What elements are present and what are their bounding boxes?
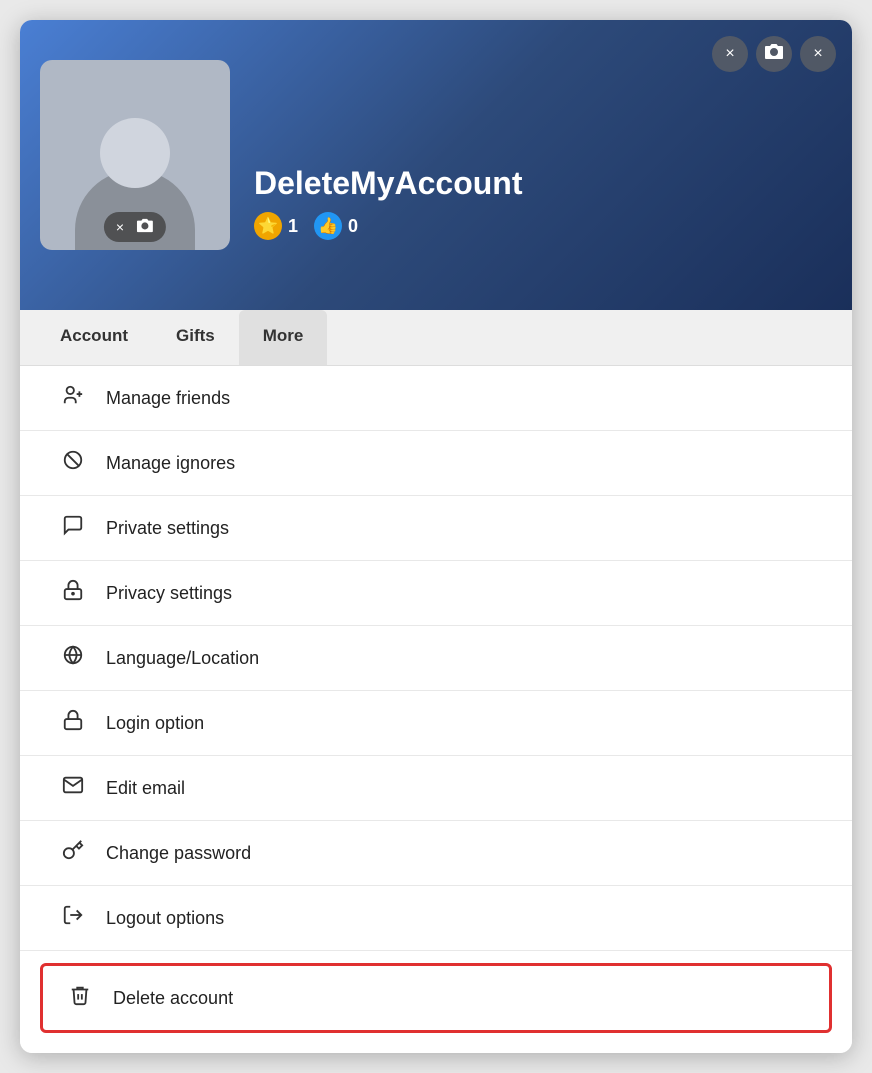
avatar-container: ×: [40, 60, 230, 250]
avatar-head: [100, 118, 170, 188]
profile-username: DeleteMyAccount: [254, 165, 523, 202]
password-icon: [60, 839, 86, 867]
menu-item-privacy-settings[interactable]: Privacy settings: [20, 561, 852, 626]
privacy-settings-icon: [60, 579, 86, 607]
delete-account-label: Delete account: [113, 988, 233, 1009]
manage-friends-label: Manage friends: [106, 388, 230, 409]
profile-stats: ⭐ 1 👍 0: [254, 212, 523, 240]
like-count: 0: [348, 216, 358, 237]
menu-item-delete-account[interactable]: Delete account: [40, 963, 832, 1033]
email-icon: [60, 774, 86, 802]
avatar-remove-icon: ×: [116, 219, 124, 235]
privacy-settings-label: Privacy settings: [106, 583, 232, 604]
menu-item-edit-email[interactable]: Edit email: [20, 756, 852, 821]
private-settings-label: Private settings: [106, 518, 229, 539]
star-icon: ⭐: [254, 212, 282, 240]
banner-close1-button[interactable]: ×: [712, 36, 748, 72]
menu-item-language-location[interactable]: Language/Location: [20, 626, 852, 691]
menu-item-private-settings[interactable]: Private settings: [20, 496, 852, 561]
profile-section: × DeleteMyAccount ⭐: [40, 60, 832, 270]
edit-email-label: Edit email: [106, 778, 185, 799]
logout-icon: [60, 904, 86, 932]
menu-item-login-option[interactable]: Login option: [20, 691, 852, 756]
close2-icon: ×: [813, 45, 822, 63]
like-icon: 👍: [314, 212, 342, 240]
star-badge: ⭐ 1: [254, 212, 298, 240]
banner-controls: × ×: [712, 36, 836, 72]
menu-item-manage-ignores[interactable]: Manage ignores: [20, 431, 852, 496]
login-icon: [60, 709, 86, 737]
menu-item-logout-options[interactable]: Logout options: [20, 886, 852, 951]
menu-item-change-password[interactable]: Change password: [20, 821, 852, 886]
banner-close2-button[interactable]: ×: [800, 36, 836, 72]
modal-container: × ×: [20, 20, 852, 1053]
banner-camera-button[interactable]: [756, 36, 792, 72]
manage-friends-icon: [60, 384, 86, 412]
private-settings-icon: [60, 514, 86, 542]
profile-info: DeleteMyAccount ⭐ 1 👍 0: [254, 165, 523, 250]
menu-item-manage-friends[interactable]: Manage friends: [20, 366, 852, 431]
like-badge: 👍 0: [314, 212, 358, 240]
login-option-label: Login option: [106, 713, 204, 734]
tab-account[interactable]: Account: [36, 310, 152, 365]
avatar-camera-button[interactable]: [134, 216, 156, 238]
camera-icon: [764, 43, 784, 65]
language-icon: [60, 644, 86, 672]
avatar-camera-icon: [136, 218, 154, 236]
tab-gifts[interactable]: Gifts: [152, 310, 239, 365]
tabs-bar: Account Gifts More: [20, 310, 852, 366]
avatar-remove-button[interactable]: ×: [114, 217, 126, 237]
close1-icon: ×: [725, 45, 734, 63]
language-location-label: Language/Location: [106, 648, 259, 669]
menu-list: Manage friends Manage ignores Private se…: [20, 366, 852, 1053]
avatar-controls: ×: [104, 212, 166, 242]
delete-account-icon: [67, 984, 93, 1012]
logout-options-label: Logout options: [106, 908, 224, 929]
change-password-label: Change password: [106, 843, 251, 864]
manage-ignores-icon: [60, 449, 86, 477]
profile-banner: × ×: [20, 20, 852, 310]
tab-more[interactable]: More: [239, 310, 328, 365]
manage-ignores-label: Manage ignores: [106, 453, 235, 474]
star-count: 1: [288, 216, 298, 237]
